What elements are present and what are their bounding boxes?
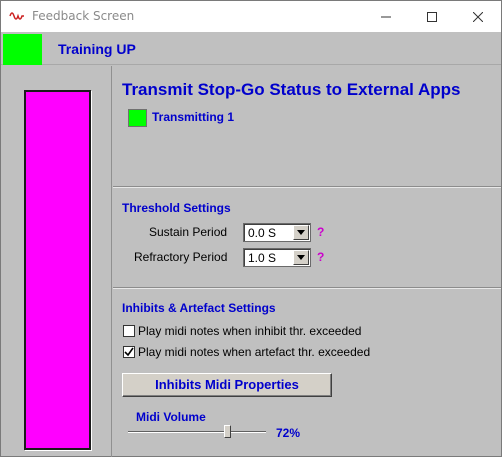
midi-volume-value: 72% — [276, 426, 301, 440]
section-divider — [113, 287, 501, 289]
checkmark-icon — [124, 347, 134, 357]
transmit-status-text: Transmitting 1 — [152, 110, 235, 124]
feedback-window: Feedback Screen Training UP Transmit Sto… — [0, 0, 502, 457]
midi-volume-label: Midi Volume — [136, 410, 206, 424]
feedback-bar — [24, 90, 91, 450]
chevron-down-icon — [297, 255, 305, 260]
minimize-button[interactable] — [363, 1, 409, 32]
training-status-text: Training UP — [58, 41, 136, 57]
training-status-led — [3, 34, 42, 65]
feedback-panel — [1, 66, 112, 457]
sustain-period-value: 0.0 S — [248, 226, 277, 240]
inhibit-midi-checkbox[interactable] — [123, 325, 135, 337]
maximize-icon — [427, 11, 437, 22]
artefact-midi-label[interactable]: Play midi notes when artefact thr. excee… — [138, 345, 370, 359]
refractory-period-label: Refractory Period — [134, 250, 228, 264]
sustain-help-link[interactable]: ? — [317, 225, 324, 239]
section-divider — [113, 186, 501, 188]
midi-volume-slider-track[interactable] — [128, 431, 266, 433]
midi-volume-slider-thumb[interactable] — [224, 425, 232, 438]
dropdown-button[interactable] — [293, 250, 309, 265]
maximize-button[interactable] — [409, 1, 455, 32]
dropdown-button[interactable] — [293, 225, 309, 240]
training-status-header: Training UP — [1, 32, 501, 65]
minimize-icon — [381, 16, 391, 17]
title-bar[interactable]: Feedback Screen — [1, 1, 501, 32]
sustain-period-select[interactable]: 0.0 S — [243, 223, 311, 242]
threshold-settings-title: Threshold Settings — [122, 201, 231, 215]
refractory-period-select[interactable]: 1.0 S — [243, 248, 311, 267]
sustain-period-label: Sustain Period — [149, 225, 228, 239]
close-button[interactable] — [455, 1, 501, 32]
chevron-down-icon — [297, 230, 305, 235]
refractory-period-value: 1.0 S — [248, 251, 277, 265]
window-title: Feedback Screen — [32, 9, 135, 23]
inhibits-midi-properties-button[interactable]: Inhibits Midi Properties — [122, 373, 332, 397]
transmit-status-led — [128, 109, 147, 127]
inhibits-settings-title: Inhibits & Artefact Settings — [122, 301, 276, 315]
inhibit-midi-label[interactable]: Play midi notes when inhibit thr. exceed… — [138, 324, 361, 338]
transmit-title: Transmit Stop-Go Status to External Apps — [122, 80, 461, 99]
artefact-midi-checkbox[interactable] — [123, 346, 135, 358]
app-waveform-icon — [9, 12, 24, 20]
refractory-help-link[interactable]: ? — [317, 250, 324, 264]
close-icon — [473, 11, 483, 22]
